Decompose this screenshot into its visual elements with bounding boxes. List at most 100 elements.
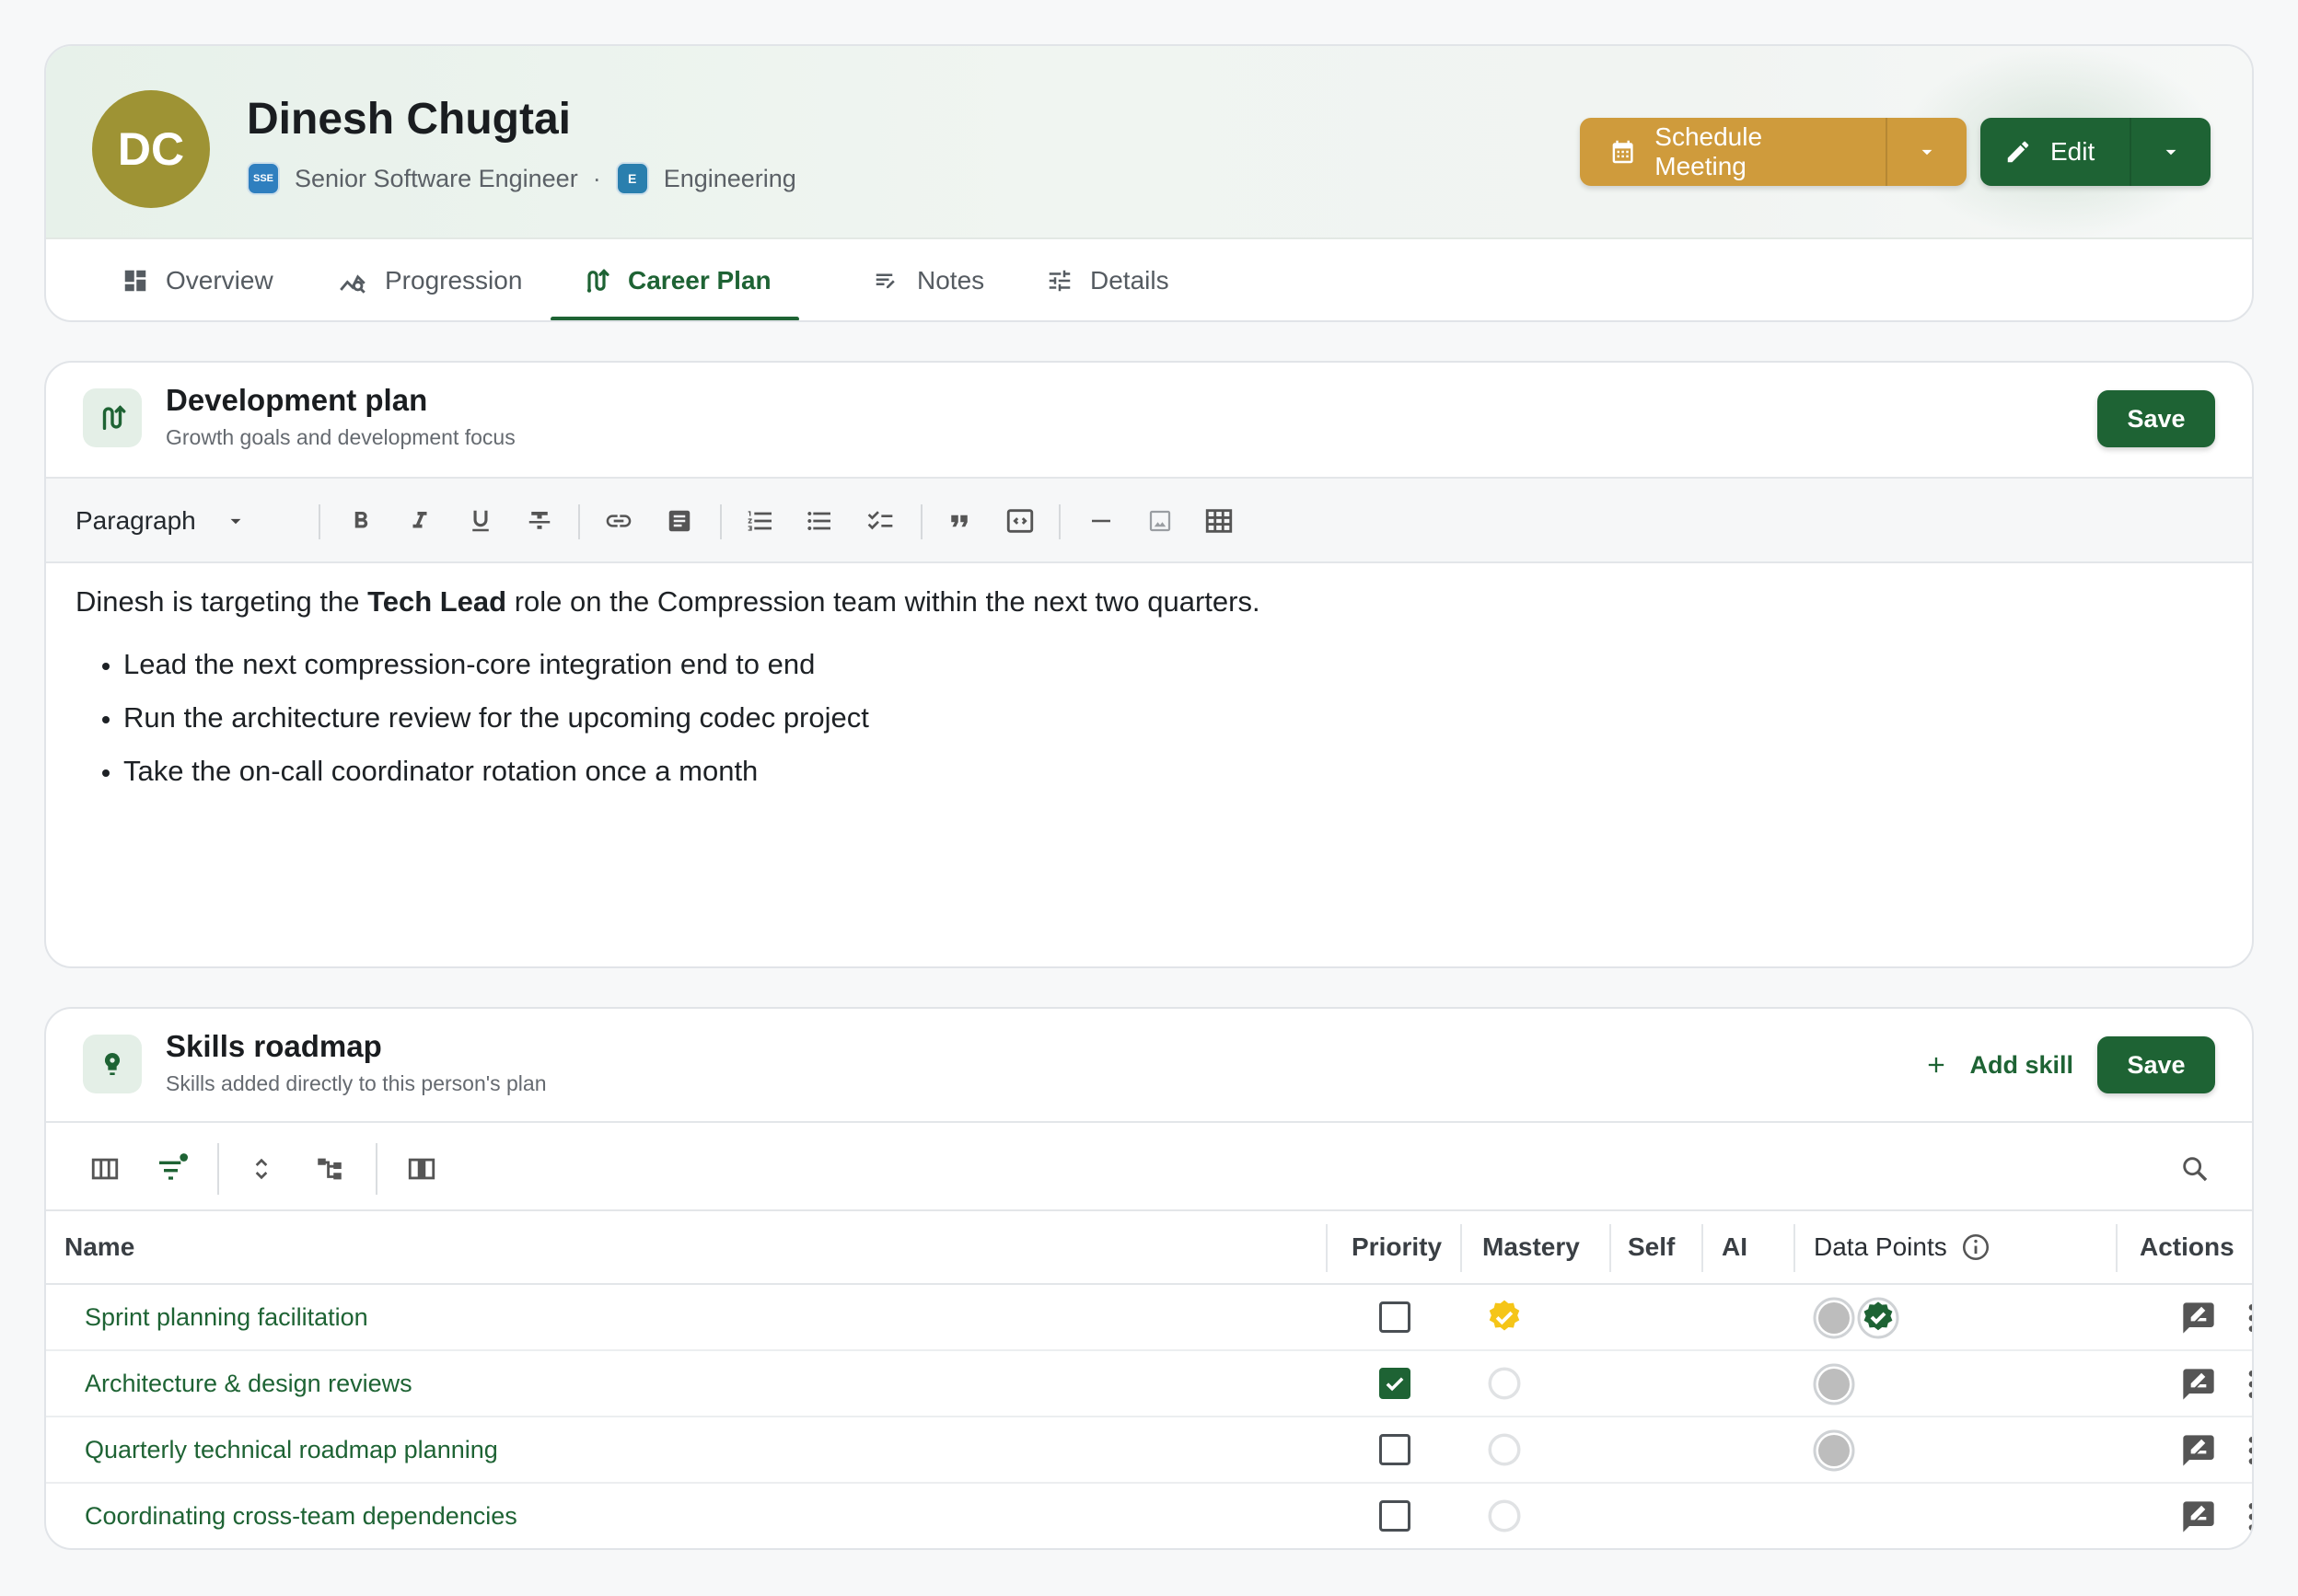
tab-details[interactable]: Details <box>1046 239 1169 320</box>
data-point-empty-icon[interactable] <box>1812 1296 1856 1340</box>
section-subtitle: Skills added directly to this person's p… <box>166 1071 547 1095</box>
feedback-icon[interactable] <box>2180 1432 2217 1469</box>
block-style-value: Paragraph <box>75 506 196 535</box>
image-button[interactable] <box>1142 479 1178 563</box>
mastery-empty-icon <box>1488 1367 1521 1400</box>
column-header-self[interactable]: Self <box>1628 1211 1675 1283</box>
skill-name-link[interactable]: Coordinating cross-team dependencies <box>85 1484 517 1548</box>
calendar-icon <box>1612 140 1633 164</box>
tab-notes-label: Notes <box>917 266 985 295</box>
feedback-icon[interactable] <box>2180 1300 2217 1336</box>
column-header-priority[interactable]: Priority <box>1352 1211 1442 1283</box>
skill-name-link[interactable]: Architecture & design reviews <box>85 1351 412 1416</box>
column-header-mastery[interactable]: Mastery <box>1482 1211 1580 1283</box>
italic-button[interactable] <box>401 479 438 563</box>
horizontal-rule-button[interactable] <box>1083 479 1120 563</box>
save-button[interactable]: Save <box>2097 390 2215 447</box>
active-tab-indicator <box>551 317 799 320</box>
data-point-verified-icon[interactable] <box>1856 1296 1900 1340</box>
data-point-empty-icon[interactable] <box>1812 1362 1856 1406</box>
info-icon[interactable] <box>1960 1232 1991 1263</box>
career-plan-icon <box>83 388 142 447</box>
priority-checkbox[interactable] <box>1379 1368 1410 1399</box>
edit-menu-toggle[interactable] <box>2130 118 2211 186</box>
progression-icon <box>340 274 366 294</box>
expand-collapse-button[interactable] <box>238 1145 285 1193</box>
column-header-name[interactable]: Name <box>64 1211 134 1283</box>
column-header-ai[interactable]: AI <box>1722 1211 1747 1283</box>
priority-checkbox[interactable] <box>1379 1500 1410 1532</box>
bold-button[interactable] <box>342 479 379 563</box>
columns-button[interactable] <box>81 1145 129 1193</box>
mastery-empty-icon <box>1488 1433 1521 1466</box>
strikethrough-icon <box>528 512 551 529</box>
quote-button[interactable] <box>941 479 978 563</box>
priority-checkbox[interactable] <box>1379 1434 1410 1465</box>
more-vert-icon[interactable] <box>2234 1432 2254 1469</box>
editor-paragraph: Dinesh is targeting the Tech Lead role o… <box>75 585 1260 618</box>
search-icon <box>2183 1157 2208 1182</box>
editor-bullet-list: Lead the next compression-core integrati… <box>75 646 2215 790</box>
bullet-list-button[interactable] <box>801 479 838 563</box>
code-block-button[interactable] <box>1002 479 1039 563</box>
more-vert-icon[interactable] <box>2234 1300 2254 1336</box>
caret-down-icon <box>230 518 241 525</box>
text-box-button[interactable] <box>661 479 698 563</box>
skill-name-link[interactable]: Quarterly technical roadmap planning <box>85 1417 498 1482</box>
more-vert-icon[interactable] <box>2234 1498 2254 1535</box>
development-plan-card: Development plan Growth goals and develo… <box>44 361 2254 968</box>
tab-career-plan-label: Career Plan <box>628 266 772 295</box>
add-skill-button[interactable]: Add skill <box>1923 1036 2073 1093</box>
caret-down-icon <box>1921 149 1932 156</box>
skills-roadmap-card: Skills roadmap Skills added directly to … <box>44 1007 2254 1550</box>
person-meta: SSE Senior Software Engineer · E Enginee… <box>247 162 796 195</box>
ordered-list-button[interactable] <box>742 479 779 563</box>
tab-progression[interactable]: Progression <box>337 239 523 320</box>
side-panel-button[interactable] <box>398 1145 446 1193</box>
image-icon <box>1149 510 1171 532</box>
table-button[interactable] <box>1201 479 1237 563</box>
add-skill-label: Add skill <box>1969 1050 2073 1079</box>
link-icon <box>606 515 632 527</box>
rich-text-editor[interactable]: Dinesh is targeting the Tech Lead role o… <box>75 584 2215 806</box>
feedback-icon[interactable] <box>2180 1366 2217 1403</box>
horizontal-rule-icon <box>1092 519 1110 523</box>
save-button[interactable]: Save <box>2097 1036 2215 1093</box>
list-item: Lead the next compression-core integrati… <box>123 646 2215 683</box>
verified-badge-icon <box>1489 1300 1520 1331</box>
caret-down-icon <box>2165 149 2176 156</box>
tab-notes[interactable]: Notes <box>873 239 985 320</box>
group-tree-button[interactable] <box>306 1145 354 1193</box>
edit-button[interactable]: Edit <box>1980 118 2130 186</box>
more-vert-icon[interactable] <box>2234 1366 2254 1403</box>
block-style-select[interactable]: Paragraph <box>75 479 248 563</box>
columns-icon <box>91 1158 119 1180</box>
tab-details-label: Details <box>1090 266 1169 295</box>
tab-progression-label: Progression <box>385 266 523 295</box>
table-row: Coordinating cross-team dependencies <box>46 1484 2254 1548</box>
italic-icon <box>412 512 427 528</box>
quote-icon <box>951 515 968 527</box>
tab-overview[interactable]: Overview <box>122 239 273 320</box>
underline-button[interactable] <box>462 479 499 563</box>
schedule-meeting-button[interactable]: Schedule Meeting <box>1580 118 1886 186</box>
link-button[interactable] <box>600 479 637 563</box>
filter-button[interactable] <box>149 1145 197 1193</box>
schedule-menu-toggle[interactable] <box>1886 118 1967 186</box>
edit-split-button: Edit <box>1980 118 2211 186</box>
priority-checkbox[interactable] <box>1379 1301 1410 1333</box>
column-header-data-points[interactable]: Data Points <box>1814 1211 1991 1283</box>
tab-career-plan[interactable]: Career Plan <box>582 239 772 320</box>
mastery-empty-icon <box>1488 1499 1521 1532</box>
feedback-icon[interactable] <box>2180 1498 2217 1535</box>
data-point-empty-icon[interactable] <box>1812 1428 1856 1473</box>
editor-toolbar: Paragraph <box>46 477 2252 563</box>
tab-overview-label: Overview <box>166 266 273 295</box>
strikethrough-button[interactable] <box>521 479 558 563</box>
checklist-button[interactable] <box>862 479 899 563</box>
edit-label: Edit <box>2050 137 2095 166</box>
filter-icon <box>159 1153 188 1180</box>
skill-name-link[interactable]: Sprint planning facilitation <box>85 1285 368 1349</box>
search-button[interactable] <box>2171 1145 2219 1193</box>
check-icon <box>1386 1377 1404 1392</box>
